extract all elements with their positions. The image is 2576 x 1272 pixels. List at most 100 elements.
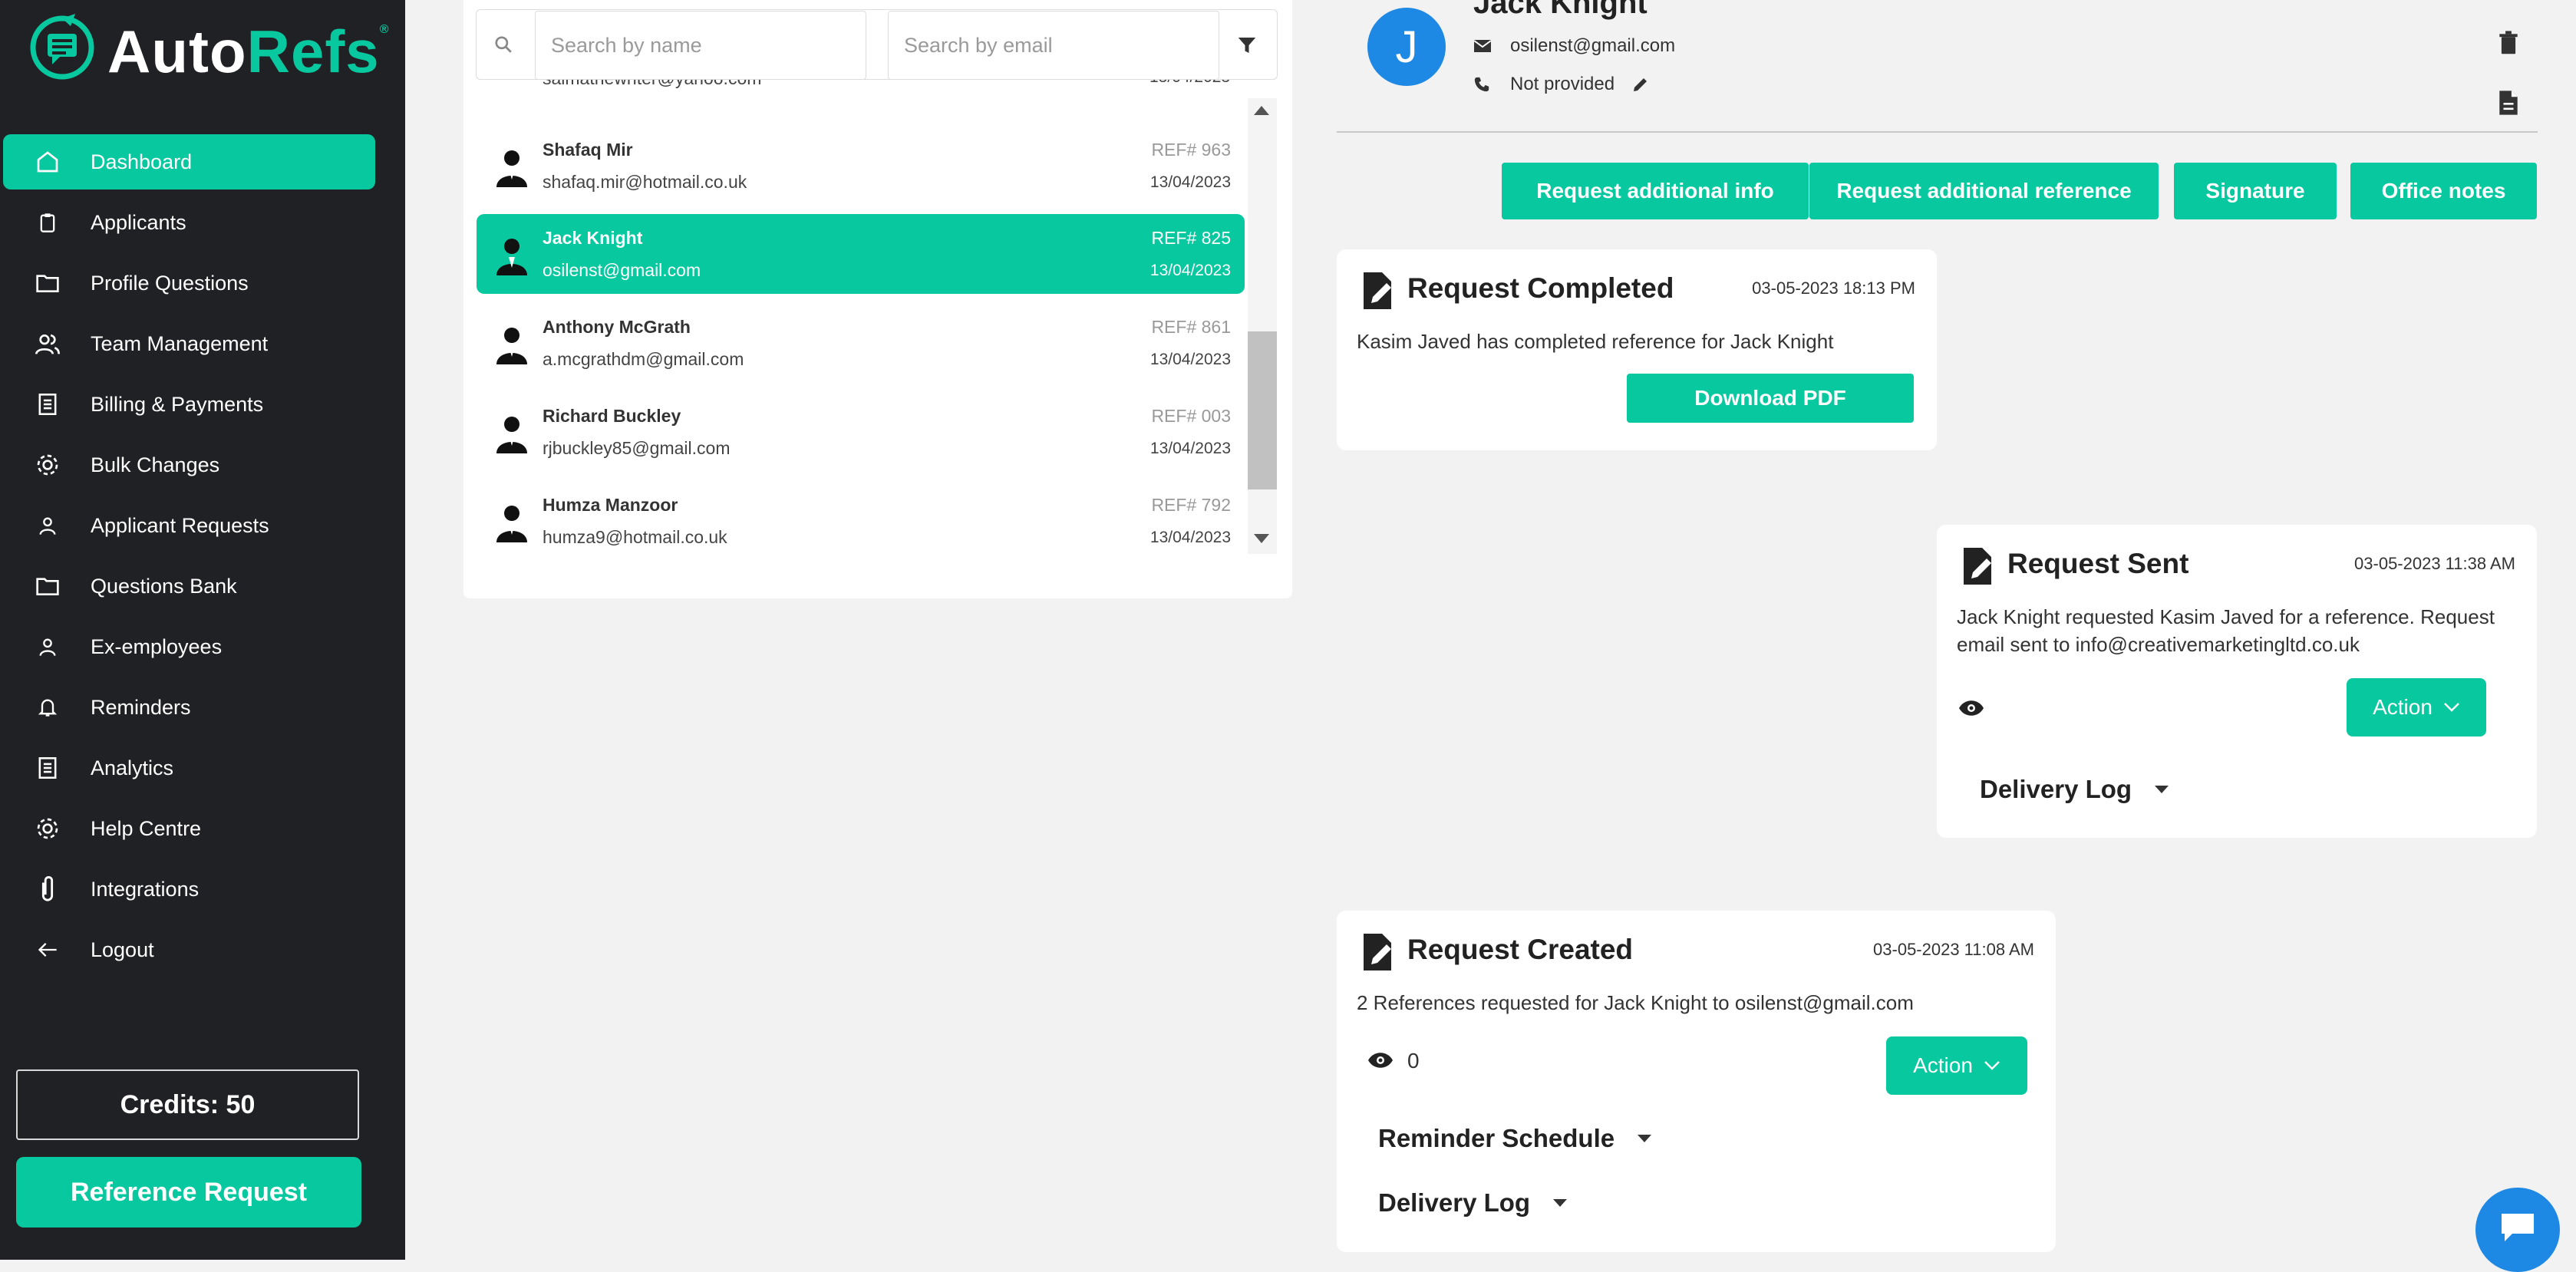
applicant-email: shafaq.mir@hotmail.co.uk	[543, 172, 747, 192]
scroll-up-icon[interactable]	[1254, 106, 1269, 115]
applicant-date: 13/04/2023	[1149, 529, 1231, 546]
mail-icon	[1473, 38, 1493, 54]
user-icon	[32, 631, 63, 662]
sidebar-item-ex-employees[interactable]: Ex-employees	[3, 619, 375, 674]
header-phone: Not provided	[1510, 74, 1615, 94]
sidebar-item-bulk-changes[interactable]: Bulk Changes	[3, 437, 375, 493]
applicant-phone-line: Not provided	[1473, 74, 1650, 95]
view-count: 0	[1407, 1049, 1420, 1073]
sidebar-item-billing-payments[interactable]: Billing & Payments	[3, 377, 375, 432]
sidebar-item-analytics[interactable]: Analytics	[3, 740, 375, 796]
credits-display: Credits: 50	[16, 1069, 359, 1140]
delivery-log-toggle[interactable]: Delivery Log	[1378, 1188, 1568, 1218]
request-additional-reference-button[interactable]: Request additional reference	[1809, 163, 2159, 219]
arrow-left-icon	[32, 934, 63, 965]
list-item[interactable]: Richard Buckley rjbuckley85@gmail.com RE…	[477, 392, 1245, 472]
person-icon	[496, 506, 527, 542]
filter-icon[interactable]	[1235, 34, 1258, 61]
request-sent-card: Request Sent 03-05-2023 11:38 AM Jack Kn…	[1937, 525, 2537, 838]
applicant-date: 13/04/2023	[1149, 440, 1231, 457]
applicant-date: 13/04/2023	[1149, 173, 1231, 191]
delivery-log-label: Delivery Log	[1378, 1188, 1531, 1217]
action-label: Action	[2373, 695, 2433, 719]
home-icon	[32, 147, 63, 177]
trash-icon[interactable]	[2498, 31, 2518, 59]
bell-icon	[32, 692, 63, 723]
clipboard-icon	[32, 207, 63, 238]
search-icon	[493, 35, 513, 58]
sidebar-item-label: Questions Bank	[91, 574, 237, 598]
delivery-log-toggle[interactable]: Delivery Log	[1980, 775, 2169, 804]
applicant-name: Richard Buckley	[543, 406, 681, 426]
action-dropdown-button[interactable]: Action	[2347, 678, 2486, 737]
reminder-schedule-toggle[interactable]: Reminder Schedule	[1378, 1124, 1652, 1153]
folder-icon	[32, 571, 63, 601]
sidebar-item-questions-bank[interactable]: Questions Bank	[3, 559, 375, 614]
edit-pencil-icon[interactable]	[1631, 75, 1650, 94]
sidebar-item-help-centre[interactable]: Help Centre	[3, 801, 375, 856]
sidebar-item-label: Applicant Requests	[91, 513, 269, 537]
document-icon[interactable]	[2498, 91, 2518, 119]
sidebar-item-label: Ex-employees	[91, 634, 223, 658]
search-name-input[interactable]	[535, 11, 866, 80]
sidebar-item-team-management[interactable]: Team Management	[3, 316, 375, 371]
scrollbar-thumb[interactable]	[1248, 331, 1277, 489]
gear-icon	[32, 450, 63, 480]
sidebar-item-label: Team Management	[91, 331, 269, 355]
list-item[interactable]: Shafaq Mir shafaq.mir@hotmail.co.uk REF#…	[477, 126, 1245, 206]
receipt-icon	[32, 753, 63, 783]
card-date: 03-05-2023 11:08 AM	[1873, 940, 2034, 959]
applicant-ref: REF# 825	[1151, 228, 1231, 248]
applicant-ref: REF# 003	[1151, 406, 1231, 426]
download-pdf-button[interactable]: Download PDF	[1627, 374, 1914, 423]
edit-document-icon	[1964, 548, 1991, 585]
sidebar-item-logout[interactable]: Logout	[3, 922, 375, 977]
applicant-email: a.mcgrathdm@gmail.com	[543, 349, 744, 369]
person-icon	[496, 417, 527, 453]
sidebar-item-integrations[interactable]: Integrations	[3, 862, 375, 917]
sidebar-item-dashboard[interactable]: Dashboard	[3, 134, 375, 189]
folder-icon	[32, 268, 63, 298]
sidebar-item-applicants[interactable]: Applicants	[3, 195, 375, 250]
search-email-input[interactable]	[888, 11, 1219, 80]
header-divider	[1337, 131, 2538, 133]
scroll-down-icon[interactable]	[1254, 534, 1269, 543]
applicant-name: Jack Knight	[543, 228, 643, 248]
card-text: 2 References requested for Jack Knight t…	[1357, 991, 1914, 1014]
chevron-down-icon	[2444, 703, 2459, 712]
action-label: Action	[1913, 1053, 1973, 1077]
user-icon	[32, 510, 63, 541]
list-item[interactable]: Anthony McGrath a.mcgrathdm@gmail.com RE…	[477, 303, 1245, 383]
sidebar-item-label: Applicants	[91, 210, 186, 234]
users-icon	[32, 328, 63, 359]
office-notes-button[interactable]: Office notes	[2350, 163, 2537, 219]
applicant-email-line: osilenst@gmail.com	[1473, 35, 1675, 57]
action-dropdown-button[interactable]: Action	[1886, 1036, 2027, 1095]
chevron-down-icon	[1984, 1061, 2000, 1070]
logo-icon	[30, 14, 94, 80]
signature-button[interactable]: Signature	[2174, 163, 2337, 219]
sidebar-item-applicant-requests[interactable]: Applicant Requests	[3, 498, 375, 553]
applicant-date: 13/04/2023	[1149, 351, 1231, 368]
brand-logo: AutoRefs®	[107, 18, 390, 85]
sidebar-item-label: Integrations	[91, 877, 200, 901]
sidebar-item-reminders[interactable]: Reminders	[3, 680, 375, 735]
applicant-ref: REF# 861	[1151, 317, 1231, 337]
sidebar-item-label: Reminders	[91, 695, 191, 719]
eye-icon	[1958, 700, 1984, 720]
list-item[interactable]: Humza Manzoor humza9@hotmail.co.uk REF# …	[477, 481, 1245, 561]
sidebar: AutoRefs® Dashboard Applicants Profile Q…	[0, 0, 405, 1260]
applicant-date: 13/04/2023	[1149, 262, 1231, 279]
partial-row-email: salmathewriter@yahoo.com	[543, 80, 761, 100]
request-additional-info-button[interactable]: Request additional info	[1502, 163, 1809, 219]
card-text-line2: email sent to info@creativemarketingltd.…	[1957, 633, 2360, 656]
card-date: 03-05-2023 18:13 PM	[1752, 278, 1915, 298]
list-item-selected[interactable]: Jack Knight osilenst@gmail.com REF# 825 …	[477, 214, 1245, 294]
edit-document-icon	[1364, 934, 1391, 970]
applicant-ref: REF# 963	[1151, 140, 1231, 160]
sidebar-item-profile-questions[interactable]: Profile Questions	[3, 255, 375, 311]
reference-request-button[interactable]: Reference Request	[16, 1157, 361, 1228]
edit-document-icon	[1364, 272, 1391, 309]
sidebar-item-label: Dashboard	[91, 150, 193, 173]
caret-down-icon	[1553, 1199, 1568, 1207]
